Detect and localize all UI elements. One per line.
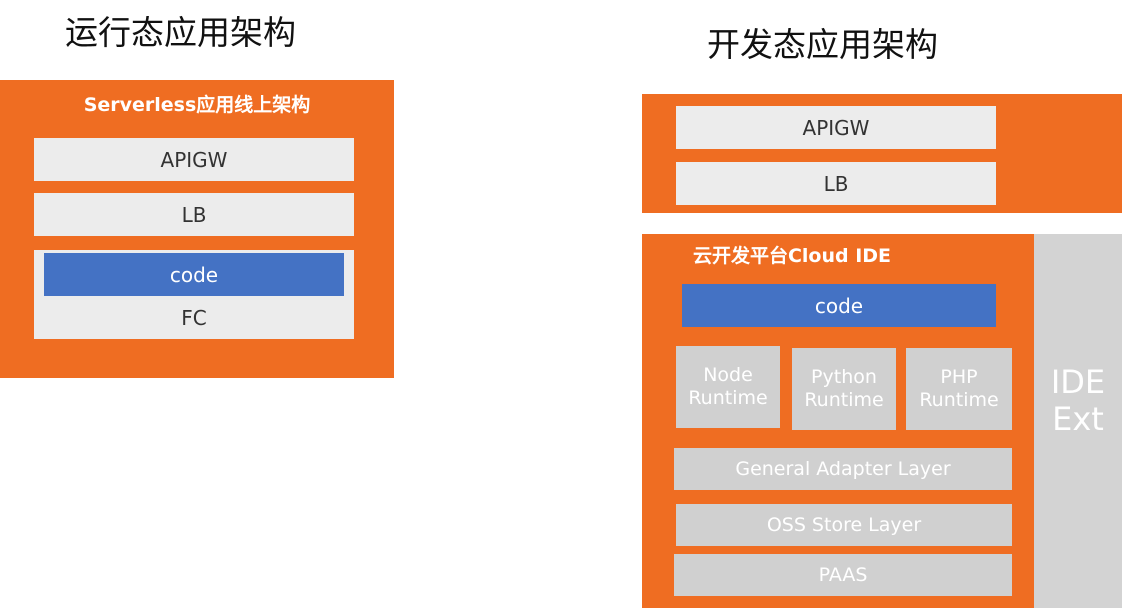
fc-label: FC bbox=[181, 305, 207, 330]
serverless-panel: Serverless应用线上架构 APIGW LB code FC bbox=[0, 80, 394, 378]
node-runtime-box: Node Runtime bbox=[676, 346, 780, 428]
paas-box: PAAS bbox=[674, 554, 1012, 596]
left-heading: 运行态应用架构 bbox=[65, 13, 296, 52]
cloud-ide-panel: 云开发平台Cloud IDE code Node Runtime Python … bbox=[642, 234, 1034, 608]
general-adapter-layer-box: General Adapter Layer bbox=[674, 448, 1012, 490]
serverless-panel-label: Serverless应用线上架构 bbox=[83, 94, 311, 116]
python-runtime-line1: Python bbox=[811, 366, 877, 389]
python-runtime-box: Python Runtime bbox=[792, 348, 896, 430]
ide-ext-panel: IDE Ext bbox=[1034, 234, 1122, 608]
php-runtime-line1: PHP bbox=[940, 366, 978, 389]
apigw-box-right: APIGW bbox=[676, 106, 996, 149]
python-runtime-line2: Runtime bbox=[804, 389, 884, 411]
fc-group: code FC bbox=[34, 250, 354, 339]
node-runtime-line1: Node bbox=[703, 364, 753, 387]
right-heading: 开发态应用架构 bbox=[707, 25, 938, 64]
cloud-ide-label: 云开发平台Cloud IDE bbox=[692, 245, 892, 267]
oss-store-layer-box: OSS Store Layer bbox=[676, 504, 1012, 546]
code-box-right: code bbox=[682, 284, 996, 327]
code-box: code bbox=[44, 253, 344, 296]
node-runtime-line2: Runtime bbox=[688, 387, 768, 409]
ide-ext-line2: Ext bbox=[1052, 399, 1104, 438]
apigw-box: APIGW bbox=[34, 138, 354, 181]
php-runtime-line2: Runtime bbox=[919, 389, 999, 411]
lb-box-right: LB bbox=[676, 162, 996, 205]
lb-box: LB bbox=[34, 193, 354, 236]
gateway-panel: APIGW LB bbox=[642, 94, 1122, 213]
ide-ext-line1: IDE bbox=[1050, 363, 1106, 401]
php-runtime-box: PHP Runtime bbox=[906, 348, 1012, 430]
